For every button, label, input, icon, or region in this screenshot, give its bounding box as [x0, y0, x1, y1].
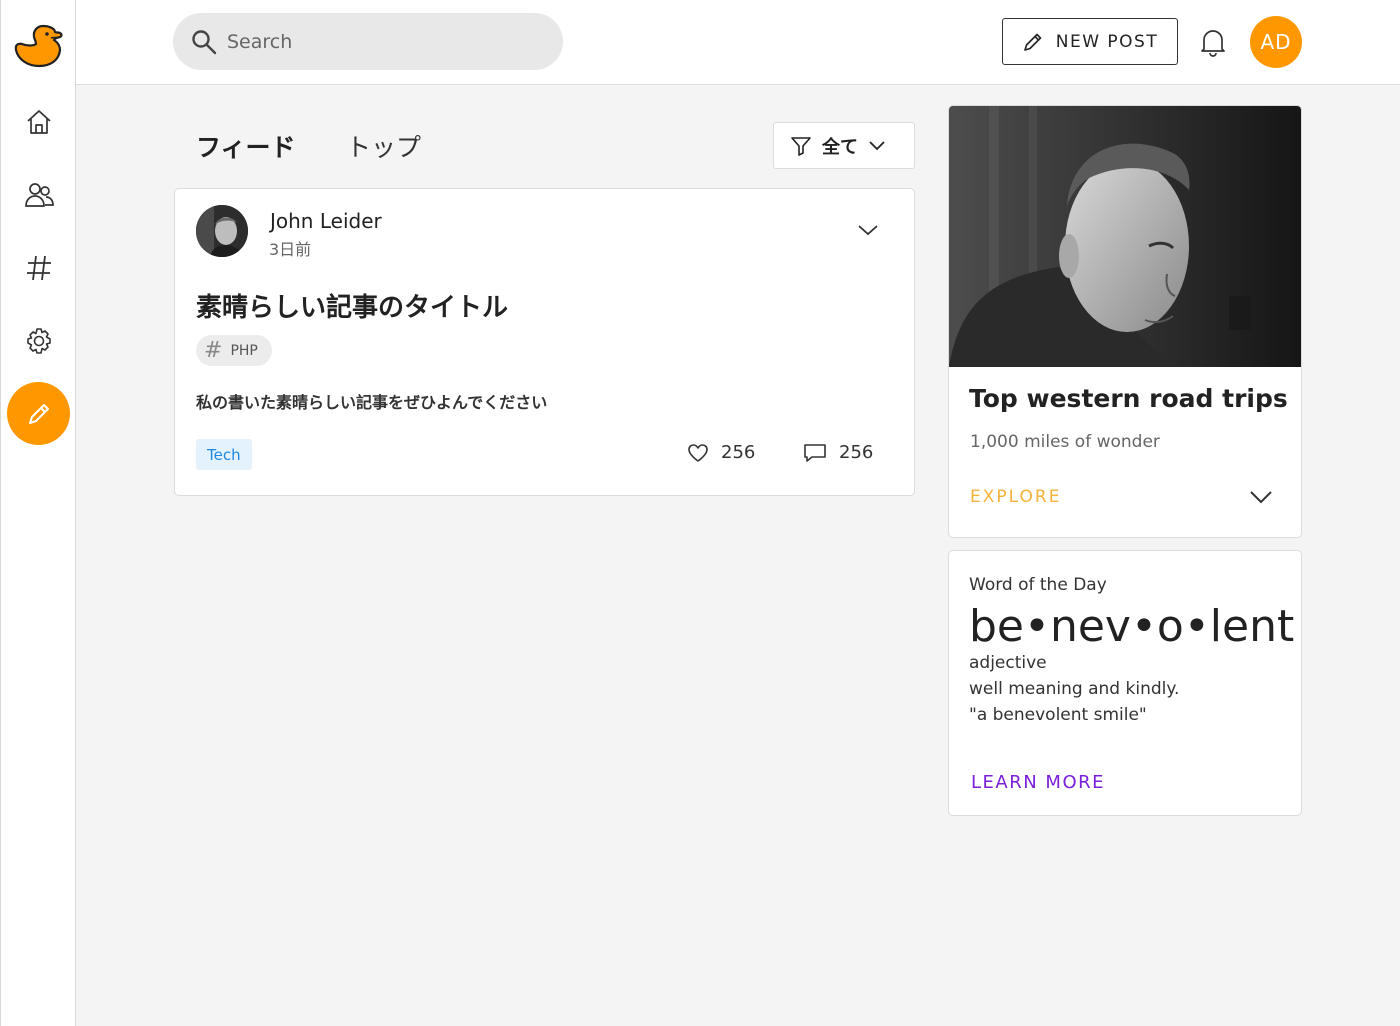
- post-hashtag-label: PHP: [230, 342, 258, 359]
- word-headword: be•nev•o•lent: [969, 601, 1295, 652]
- post-title[interactable]: 素晴らしい記事のタイトル: [196, 287, 508, 324]
- chevron-down-icon[interactable]: [1249, 489, 1273, 505]
- word-overline: Word of the Day: [969, 575, 1107, 595]
- chevron-down-icon[interactable]: [857, 223, 879, 237]
- tab-feed[interactable]: フィード: [196, 128, 296, 164]
- road-trip-card: Top western road trips 1,000 miles of wo…: [948, 105, 1302, 538]
- filter-label: 全て: [822, 136, 858, 158]
- avatar-initials: AD: [1260, 30, 1292, 54]
- home-icon: [27, 110, 51, 134]
- duck-logo-icon[interactable]: [13, 22, 65, 70]
- comment-button[interactable]: 256: [803, 442, 873, 463]
- new-post-button[interactable]: NEW POST: [1002, 18, 1178, 65]
- user-avatar[interactable]: AD: [1250, 16, 1302, 68]
- top-app-bar: NEW POST AD: [76, 0, 1400, 85]
- sidebar-item-settings[interactable]: [14, 316, 64, 366]
- sidebar-item-home[interactable]: [14, 97, 64, 147]
- filter-icon: [791, 136, 811, 156]
- word-part-of-speech: adjective: [969, 653, 1047, 673]
- gear-icon: [27, 328, 51, 354]
- filter-dropdown[interactable]: 全て: [773, 122, 915, 169]
- post-author[interactable]: John Leider: [270, 209, 382, 233]
- author-avatar[interactable]: [196, 205, 248, 257]
- bell-icon[interactable]: [1198, 26, 1228, 58]
- search-bar[interactable]: [173, 13, 563, 70]
- word-of-day-card: Word of the Day be•nev•o•lent adjective …: [948, 550, 1302, 816]
- people-icon: [25, 183, 54, 207]
- word-example: "a benevolent smile": [969, 705, 1147, 725]
- explore-button[interactable]: EXPLORE: [970, 487, 1061, 507]
- trip-title: Top western road trips: [969, 384, 1288, 413]
- compose-button[interactable]: [7, 382, 70, 445]
- comment-count: 256: [839, 442, 874, 463]
- post-body: 私の書いた素晴らしい記事をぜひよんでください: [196, 393, 548, 412]
- heart-icon: [688, 443, 708, 462]
- trip-photo: [949, 106, 1301, 367]
- like-count: 256: [721, 442, 756, 463]
- post-card: John Leider 3日前 素晴らしい記事のタイトル # PHP 私の書いた…: [174, 188, 915, 496]
- chevron-down-icon: [869, 140, 885, 150]
- learn-more-button[interactable]: LEARN MORE: [971, 772, 1105, 793]
- search-icon: [192, 29, 217, 54]
- comment-icon: [804, 443, 826, 462]
- search-input[interactable]: [227, 30, 527, 53]
- tab-top[interactable]: トップ: [346, 128, 421, 164]
- sidebar: [0, 0, 76, 1026]
- pencil-icon: [28, 403, 49, 424]
- post-category-chip[interactable]: Tech: [196, 439, 252, 470]
- post-hashtag-chip[interactable]: # PHP: [196, 335, 272, 366]
- author-photo: [196, 205, 248, 257]
- like-button[interactable]: 256: [687, 442, 755, 463]
- word-definition: well meaning and kindly.: [969, 679, 1180, 699]
- trip-subtitle: 1,000 miles of wonder: [970, 432, 1160, 452]
- hashtag-icon: #: [204, 337, 223, 363]
- hashtag-icon: [27, 255, 51, 281]
- sidebar-item-hashtags[interactable]: [14, 243, 64, 293]
- post-time: 3日前: [269, 240, 312, 259]
- new-post-label: NEW POST: [1055, 31, 1159, 52]
- sidebar-item-people[interactable]: [14, 170, 64, 220]
- pencil-icon: [1023, 33, 1042, 51]
